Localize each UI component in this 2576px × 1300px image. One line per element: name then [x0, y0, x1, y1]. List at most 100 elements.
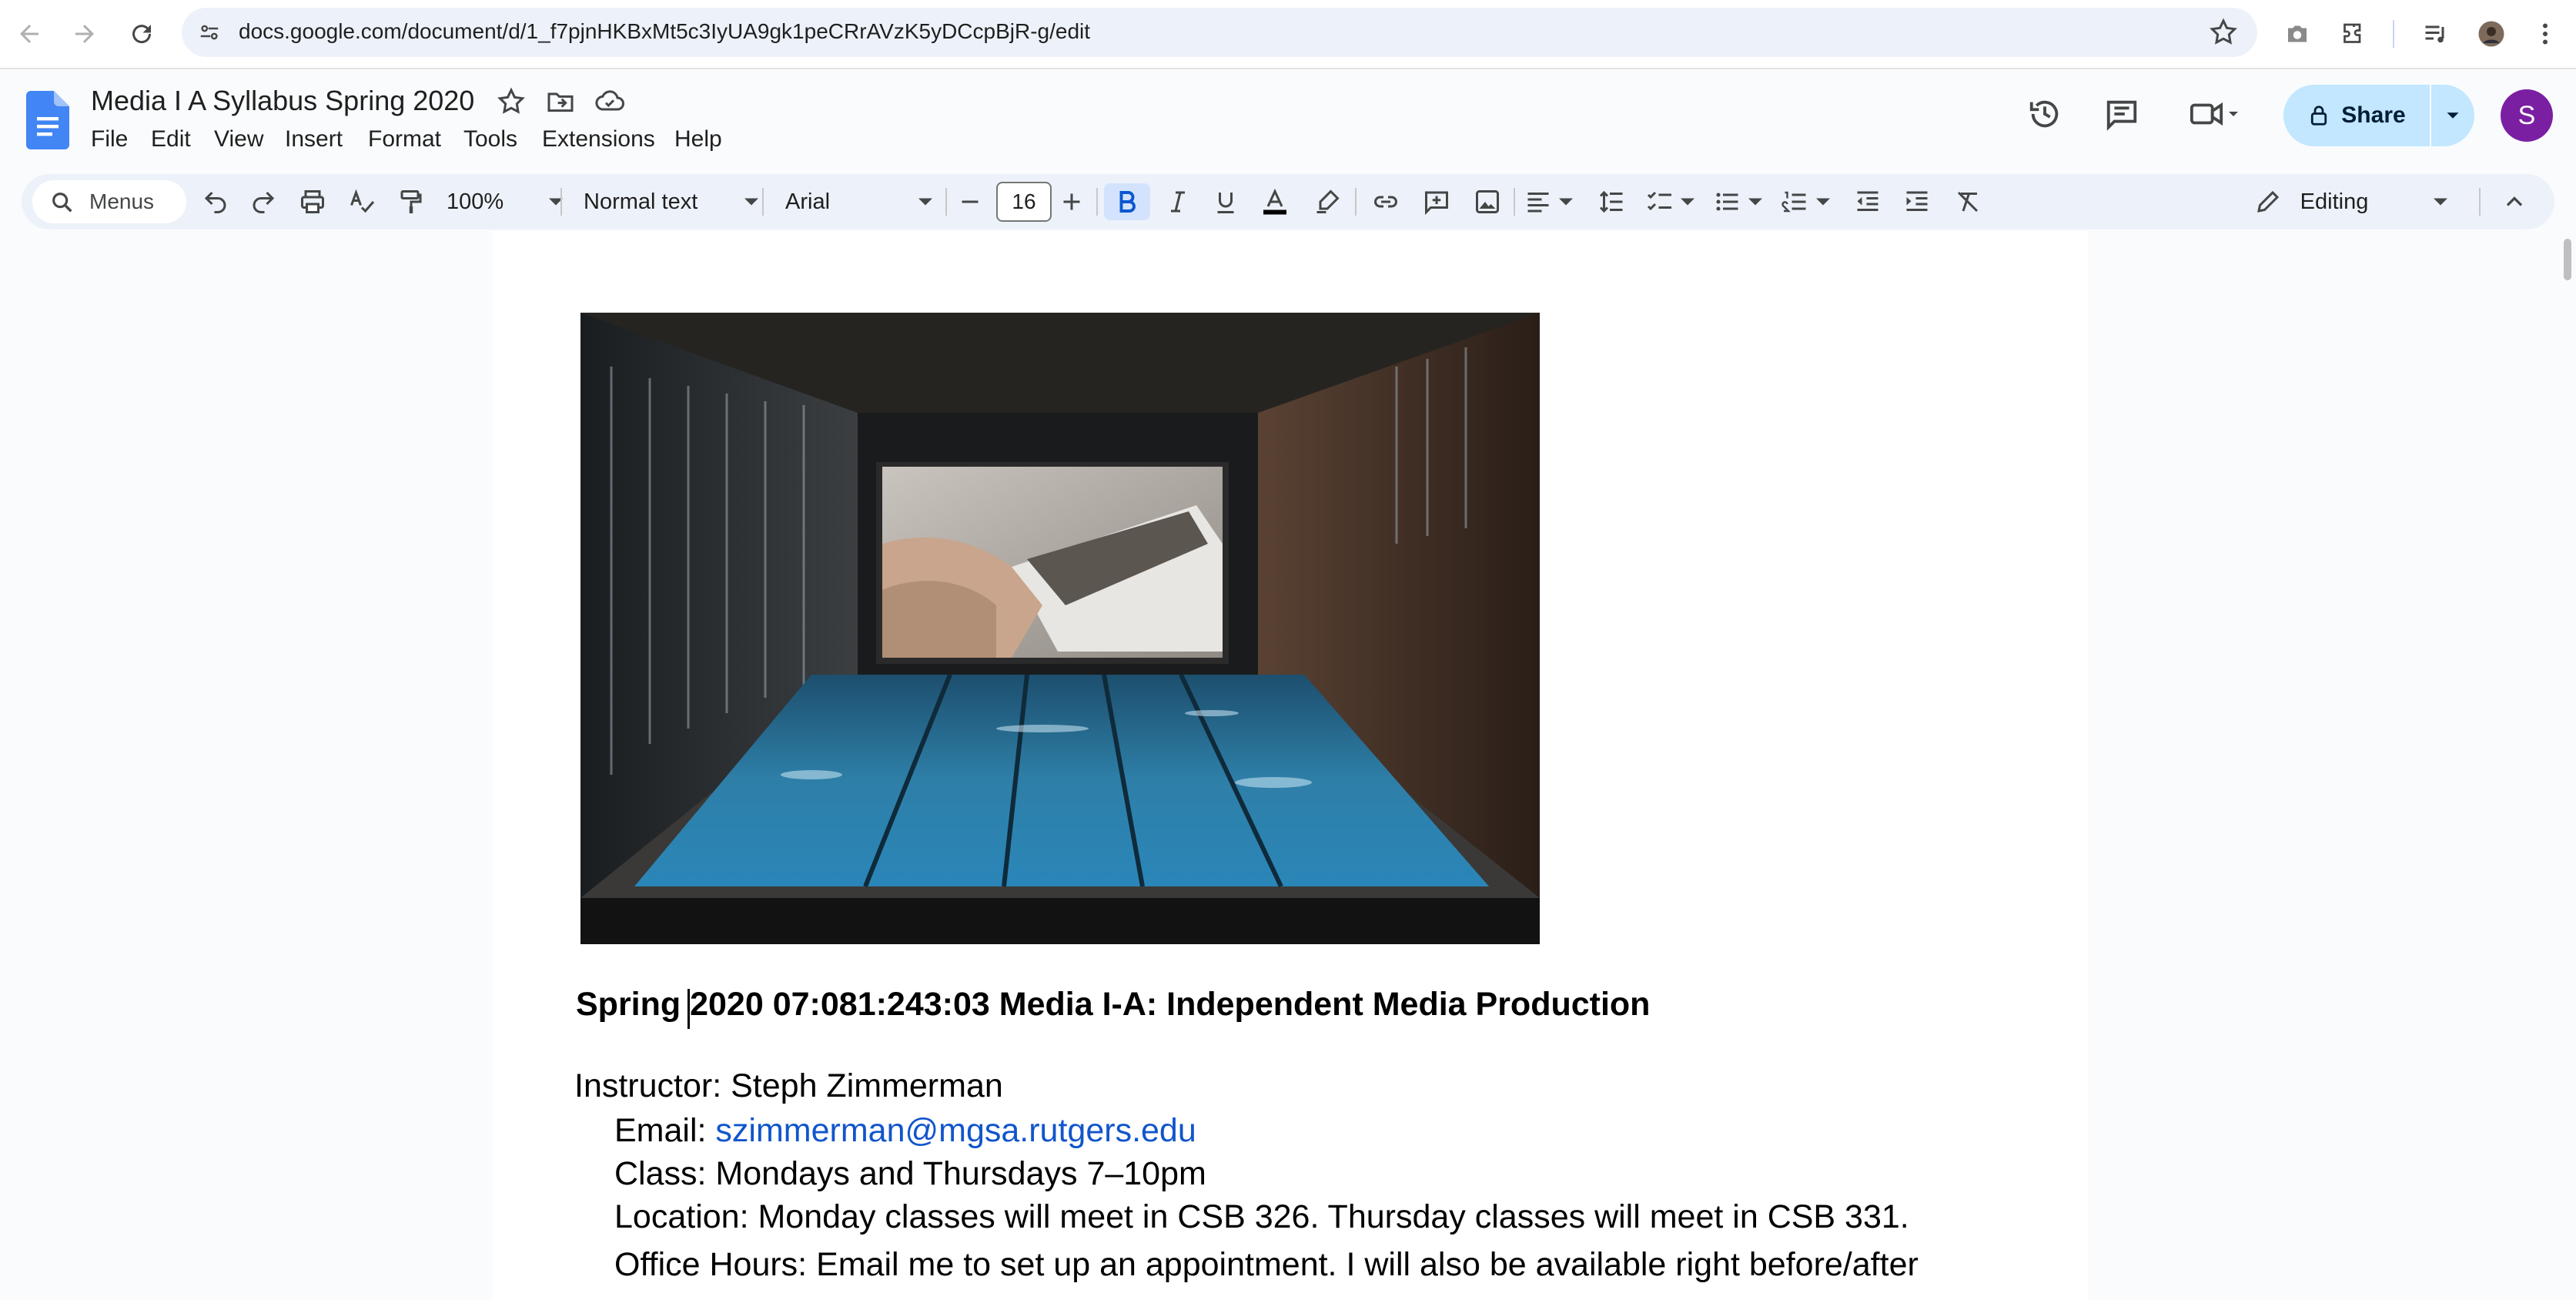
- link-icon: [1374, 196, 1397, 208]
- share-button-group: Share: [2283, 85, 2474, 146]
- decrease-indent-button[interactable]: [1848, 183, 1888, 220]
- numbered-list-icon: [1781, 191, 1806, 213]
- share-dropdown-button[interactable]: [2431, 85, 2474, 146]
- version-history-button[interactable]: [2023, 92, 2066, 136]
- toolbar-separator: [945, 188, 947, 216]
- italic-button[interactable]: [1158, 183, 1198, 220]
- browser-menu-button[interactable]: [2527, 15, 2564, 52]
- move-folder-icon[interactable]: [545, 86, 576, 117]
- toolbar-separator: [762, 188, 764, 216]
- syllabus-heading[interactable]: Spring 2020 07:081:243:03 Media I-A: Ind…: [576, 986, 1650, 1024]
- search-menus-button[interactable]: Menus: [32, 180, 186, 223]
- search-icon: [52, 193, 72, 213]
- office-hours-line[interactable]: Office Hours: Email me to set up an appo…: [614, 1246, 1919, 1284]
- line-spacing-icon: [1599, 190, 1623, 213]
- plus-icon: [1063, 193, 1080, 210]
- add-comment-button[interactable]: [1417, 183, 1457, 220]
- highlight-color-button[interactable]: [1307, 183, 1347, 220]
- clear-formatting-icon: [1957, 191, 1979, 213]
- account-avatar[interactable]: S: [2501, 89, 2553, 142]
- menu-edit[interactable]: Edit: [140, 125, 202, 154]
- indent-decrease-icon: [1857, 191, 1878, 211]
- site-info-icon[interactable]: [194, 17, 225, 48]
- more-vert-icon: [2543, 23, 2548, 45]
- redo-icon: [253, 191, 275, 213]
- align-button[interactable]: [1523, 183, 1581, 220]
- print-button[interactable]: [294, 183, 331, 220]
- chevron-down-icon: [1816, 198, 1830, 206]
- toolbar-separator: [1355, 188, 1357, 216]
- increase-font-size-button[interactable]: [1053, 183, 1090, 220]
- menu-help[interactable]: Help: [664, 125, 733, 154]
- reload-button[interactable]: [123, 15, 160, 52]
- redo-button[interactable]: [245, 183, 282, 220]
- undo-icon: [204, 191, 226, 213]
- profile-button[interactable]: [2473, 15, 2510, 52]
- hide-menus-button[interactable]: [2494, 183, 2534, 220]
- class-line[interactable]: Class: Mondays and Thursdays 7–10pm: [614, 1155, 1206, 1193]
- location-line[interactable]: Location: Monday classes will meet in CS…: [614, 1198, 1909, 1236]
- checklist-button[interactable]: [1644, 183, 1703, 220]
- font-family-select[interactable]: Arial: [785, 183, 939, 220]
- menu-extensions[interactable]: Extensions: [531, 125, 666, 154]
- undo-button[interactable]: [197, 183, 234, 220]
- vertical-scrollbar[interactable]: [2564, 239, 2571, 280]
- star-icon[interactable]: [496, 86, 527, 117]
- extensions-button[interactable]: [2334, 15, 2371, 52]
- line-spacing-button[interactable]: [1592, 183, 1632, 220]
- text-color-button[interactable]: [1255, 183, 1295, 220]
- text-cursor: [687, 989, 690, 1029]
- share-button[interactable]: Share: [2283, 85, 2430, 146]
- back-button[interactable]: [11, 15, 48, 52]
- menu-file[interactable]: File: [80, 125, 139, 154]
- toolbar-separator: [2479, 188, 2481, 216]
- add-comment-icon: [1425, 191, 1448, 216]
- toolbar-separator: [560, 188, 562, 216]
- menu-format[interactable]: Format: [357, 125, 452, 154]
- insert-image-button[interactable]: [1467, 183, 1507, 220]
- paragraph-style-select[interactable]: Normal text: [584, 183, 765, 220]
- forward-button[interactable]: [66, 15, 103, 52]
- spellcheck-button[interactable]: [343, 183, 380, 220]
- menu-view[interactable]: View: [203, 125, 274, 154]
- chevron-down-icon: [1748, 198, 1762, 206]
- paint-format-button[interactable]: [393, 183, 430, 220]
- decrease-font-size-button[interactable]: [952, 183, 989, 220]
- menu-insert[interactable]: Insert: [274, 125, 353, 154]
- camera-extension-button[interactable]: [2279, 15, 2316, 52]
- clear-formatting-button[interactable]: [1948, 183, 1988, 220]
- cloud-saved-icon[interactable]: [594, 86, 625, 117]
- instructor-line[interactable]: Instructor: Steph Zimmerman: [574, 1067, 1003, 1105]
- google-docs-logo[interactable]: [26, 91, 69, 149]
- pencil-icon: [2257, 190, 2280, 213]
- document-image[interactable]: [580, 313, 1540, 944]
- bold-button[interactable]: [1104, 183, 1150, 220]
- chevron-down-icon: [549, 198, 563, 206]
- arrow-left-icon: [20, 25, 38, 43]
- bulleted-list-button[interactable]: [1712, 183, 1771, 220]
- email-link[interactable]: szimmerman@mgsa.rutgers.edu: [715, 1112, 1196, 1149]
- media-controls-button[interactable]: [2417, 15, 2454, 52]
- comments-button[interactable]: [2100, 92, 2143, 136]
- bookmark-star-icon[interactable]: [2208, 17, 2239, 48]
- increase-indent-button[interactable]: [1897, 183, 1937, 220]
- browser-toolbar: docs.google.com/document/d/1_f7pjnHKBxMt…: [0, 0, 2576, 69]
- insert-link-button[interactable]: [1366, 183, 1406, 220]
- menu-tools[interactable]: Tools: [453, 125, 528, 154]
- editing-mode-value: Editing: [2300, 189, 2369, 214]
- url-text[interactable]: docs.google.com/document/d/1_f7pjnHKBxMt…: [239, 19, 1090, 44]
- underline-button[interactable]: [1206, 183, 1246, 220]
- email-label: Email:: [614, 1112, 716, 1149]
- font-size-input[interactable]: 16: [996, 182, 1052, 222]
- zoom-select[interactable]: 100%: [447, 183, 570, 220]
- chevron-down-icon: [918, 198, 932, 206]
- email-line[interactable]: Email: szimmerman@mgsa.rutgers.edu: [614, 1112, 1196, 1150]
- meet-button[interactable]: [2185, 92, 2246, 136]
- search-menus-label: Menus: [89, 189, 155, 213]
- address-bar[interactable]: docs.google.com/document/d/1_f7pjnHKBxMt…: [182, 8, 2257, 57]
- editing-mode-select[interactable]: Editing: [2254, 183, 2454, 220]
- numbered-list-button[interactable]: [1780, 183, 1838, 220]
- paragraph-style-value: Normal text: [584, 189, 698, 214]
- document-title[interactable]: Media I A Syllabus Spring 2020: [91, 85, 474, 117]
- puzzle-icon: [2343, 23, 2361, 43]
